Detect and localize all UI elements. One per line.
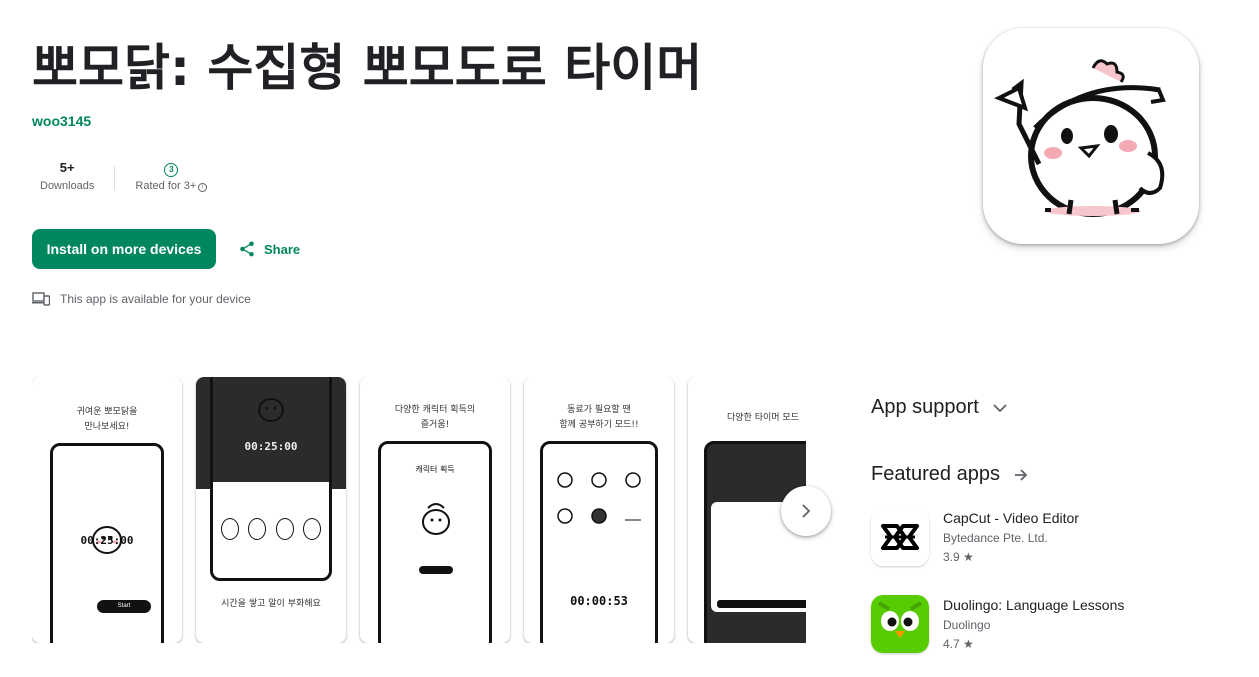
panel-title: 캐릭터 획득: [415, 465, 455, 474]
chevron-down-icon: [993, 403, 1007, 412]
phone-frame: 00:25:00 Start: [50, 443, 164, 643]
share-icon: [240, 241, 254, 257]
chick-logo-icon: [994, 59, 1166, 217]
screenshot-caption: 시간을 쌓고 알이 부화해요: [221, 599, 321, 609]
screenshot-3[interactable]: 다양한 캐릭터 획득의 즐거움! 캐릭터 획득: [360, 377, 510, 643]
chevron-right-icon: [802, 504, 811, 518]
featured-app-rating: 3.9 ★: [943, 550, 974, 564]
downloads-label: Downloads: [40, 180, 95, 192]
app-support-toggle[interactable]: App support: [871, 396, 1007, 419]
rating-stat[interactable]: 3 Rated for 3+ i: [127, 158, 215, 192]
screenshot-caption: 동료가 필요할 땐 함께 공부하기 모드!!: [559, 405, 639, 430]
app-stats: 5+ Downloads 3 Rated for 3+ i: [32, 158, 215, 192]
info-icon[interactable]: i: [198, 183, 208, 192]
developer-link[interactable]: woo3145: [32, 113, 91, 129]
chick-icon: [258, 398, 284, 422]
phone-frame: 00:25:00: [210, 377, 332, 581]
featured-app-name: CapCut - Video Editor: [943, 510, 1079, 526]
screenshot-1[interactable]: 귀여운 뽀모닭을 만나보세요! 00:25:00 Start: [32, 377, 182, 643]
timer-display: 00:25:00: [244, 440, 298, 453]
start-button: Start: [97, 600, 151, 613]
availability-text: This app is available for your device: [60, 292, 251, 306]
screenshot-caption: 다양한 타이머 모드: [727, 413, 799, 423]
phone-frame: [704, 441, 806, 643]
content-rating-icon: 3: [164, 162, 179, 177]
screenshot-caption: 다양한 캐릭터 획득의 즐거움!: [394, 405, 476, 430]
chick-icon: [92, 526, 122, 554]
character-grid: [557, 472, 641, 524]
app-support-label: App support: [871, 396, 979, 418]
duolingo-icon: [871, 595, 929, 653]
screenshot-carousel[interactable]: 귀여운 뽀모닭을만나보세요! 00:25:00 Start 00:25:00: [32, 377, 806, 643]
install-button[interactable]: Install on more devices: [32, 229, 216, 269]
featured-apps-label: Featured apps: [871, 463, 1000, 485]
stat-divider: [114, 166, 116, 190]
featured-app-developer: Duolingo: [943, 618, 991, 632]
downloads-stat: 5+ Downloads: [32, 158, 102, 192]
downloads-value: 5+: [59, 160, 75, 175]
phone-frame: 00:00:53: [540, 441, 658, 643]
arrow-right-icon: [1014, 468, 1028, 481]
featured-app-capcut[interactable]: CapCut - Video Editor Bytedance Pte. Ltd…: [871, 508, 1079, 566]
share-label: Share: [264, 241, 301, 257]
featured-apps-link[interactable]: Featured apps: [871, 463, 1028, 486]
screenshot-4[interactable]: 동료가 필요할 땐 함께 공부하기 모드!! 00:00:53: [524, 377, 674, 643]
capcut-icon: [871, 508, 929, 566]
phone-frame: 캐릭터 획득: [378, 441, 492, 643]
featured-app-rating: 4.7 ★: [943, 637, 974, 651]
rating-label: Rated for 3+: [135, 180, 197, 192]
featured-app-name: Duolingo: Language Lessons: [943, 597, 1125, 613]
device-availability: This app is available for your device: [32, 292, 251, 306]
chick-icon: [422, 503, 450, 535]
share-button[interactable]: Share: [238, 237, 300, 261]
screenshot-2[interactable]: 00:25:00 시간을 쌓고 알이 부화해요: [196, 377, 346, 643]
devices-icon: [32, 292, 50, 306]
featured-app-developer: Bytedance Pte. Ltd.: [943, 531, 1048, 545]
timer-display: 00:25:00: [80, 534, 134, 547]
featured-app-duolingo[interactable]: Duolingo: Language Lessons Duolingo 4.7 …: [871, 595, 1124, 653]
app-title: 뽀모닭: 수집형 뽀모도로 타이머: [32, 39, 703, 97]
screenshot-caption: 귀여운 뽀모닭을 만나보세요!: [76, 407, 138, 432]
timer-display: 00:00:53: [570, 594, 628, 608]
carousel-next-button[interactable]: [781, 486, 831, 536]
app-icon: [983, 28, 1199, 244]
